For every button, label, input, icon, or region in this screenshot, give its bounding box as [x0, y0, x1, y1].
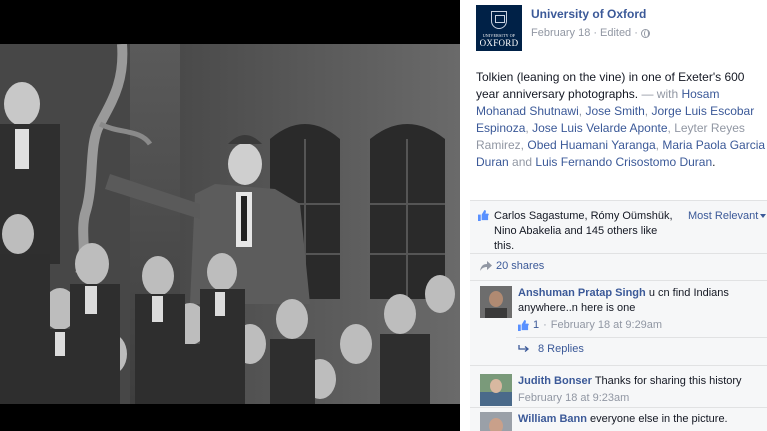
page-name-link[interactable]: University of Oxford	[531, 7, 646, 21]
shares-link[interactable]: 20 shares	[480, 260, 544, 272]
divider	[470, 280, 767, 281]
edited-label[interactable]: Edited	[600, 27, 631, 39]
share-arrow-icon	[480, 261, 492, 271]
crest-icon	[491, 11, 507, 29]
shares-count: 20 shares	[496, 260, 545, 272]
page-logo[interactable]: UNIVERSITY OF OXFORD	[476, 5, 522, 51]
like-summary[interactable]: Carlos Sagastume, Rómy Oümshük, Nino Aba…	[478, 209, 673, 254]
tag-link[interactable]: Jose Luis Velarde Aponte	[532, 121, 667, 135]
divider	[470, 365, 767, 366]
comment-body: Judith Bonser Thanks for sharing this hi…	[518, 374, 764, 406]
comment-item: Judith Bonser Thanks for sharing this hi…	[480, 374, 765, 410]
avatar[interactable]	[480, 412, 512, 431]
replies-count: 8 Replies	[538, 343, 584, 355]
avatar[interactable]	[480, 374, 512, 406]
avatar[interactable]	[480, 286, 512, 318]
comment-body: Anshuman Pratap Singh u cn find Indians …	[518, 286, 764, 333]
photo-viewer[interactable]	[0, 0, 460, 431]
feedback-section: Carlos Sagastume, Rómy Oümshük, Nino Aba…	[470, 200, 767, 431]
and-word: and	[512, 155, 533, 169]
comment-meta: February 18 at 9:23am	[518, 391, 764, 406]
with-prefix: — with	[641, 87, 679, 101]
chevron-down-icon	[760, 214, 767, 219]
post-panel: UNIVERSITY OF OXFORD University of Oxfor…	[460, 0, 767, 431]
sort-label: Most Relevant	[688, 210, 759, 222]
comment-like-count[interactable]: 1	[533, 318, 539, 333]
commenter-name[interactable]: William Bann	[518, 413, 587, 425]
logo-line2: OXFORD	[479, 38, 519, 48]
like-thumb-icon[interactable]	[518, 320, 529, 331]
like-thumb-icon	[478, 210, 489, 221]
group-photo-image	[0, 44, 460, 404]
meta-separator: ·	[593, 27, 597, 39]
meta-separator: ·	[543, 319, 547, 331]
divider	[470, 407, 767, 408]
comment-item: Anshuman Pratap Singh u cn find Indians …	[480, 286, 765, 336]
comment-item: William Bann everyone else in the pictur…	[480, 412, 765, 431]
post-caption: Tolkien (leaning on the vine) in one of …	[476, 70, 766, 169]
comment-date[interactable]: February 18 at 9:29am	[551, 318, 662, 333]
post-date[interactable]: February 18	[531, 27, 590, 39]
like-summary-text: Carlos Sagastume, Rómy Oümshük, Nino Aba…	[494, 210, 673, 252]
tag-link[interactable]: Luis Fernando Crisostomo Duran	[535, 155, 712, 169]
post-photo[interactable]	[0, 44, 460, 404]
divider	[470, 253, 767, 254]
comment-meta: 1 · February 18 at 9:29am	[518, 318, 764, 333]
tag-link[interactable]: Obed Huamani Yaranga	[527, 138, 655, 152]
globe-icon[interactable]	[640, 28, 650, 38]
comment-body: William Bann everyone else in the pictur…	[518, 412, 764, 427]
tag-link[interactable]: Jose Smith	[585, 104, 644, 118]
comment-text: everyone else in the picture.	[590, 413, 728, 425]
comment-text: Thanks for sharing this history	[594, 375, 742, 387]
comment-date[interactable]: February 18 at 9:23am	[518, 391, 629, 406]
meta-separator-2: ·	[634, 27, 638, 39]
post-meta: February 18 · Edited ·	[531, 27, 650, 39]
sort-dropdown[interactable]: Most Relevant	[688, 210, 767, 222]
divider	[516, 337, 767, 338]
reply-arrow-icon	[518, 345, 530, 352]
view-replies-link[interactable]: 8 Replies	[518, 343, 584, 355]
commenter-name[interactable]: Judith Bonser	[518, 375, 592, 387]
commenter-name[interactable]: Anshuman Pratap Singh	[518, 287, 646, 299]
post-header: UNIVERSITY OF OXFORD University of Oxfor…	[476, 5, 761, 53]
